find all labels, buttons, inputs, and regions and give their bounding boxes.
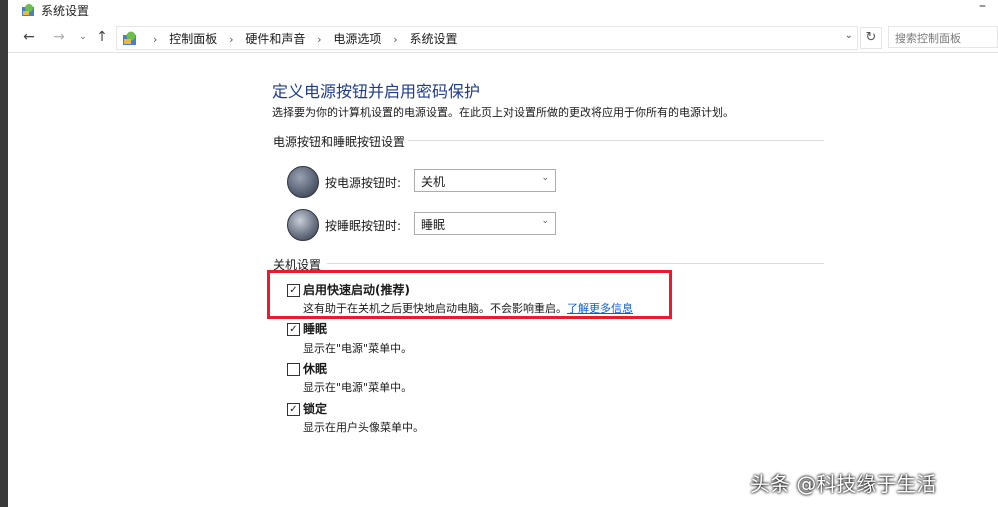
hibernate-option-label[interactable]: 休眠 (303, 360, 327, 377)
control-panel-icon (22, 4, 34, 16)
hibernate-option-description: 显示在"电源"菜单中。 (303, 381, 413, 394)
sleep-option-description: 显示在"电源"菜单中。 (303, 342, 413, 355)
breadcrumb-separator: › (393, 33, 398, 46)
sleep-option-label[interactable]: 睡眠 (303, 320, 327, 337)
group-divider (327, 263, 824, 264)
power-button-select-value: 关机 (421, 175, 446, 189)
lock-option-description: 显示在用户头像菜单中。 (303, 421, 424, 434)
chevron-down-icon: ⌄ (541, 216, 549, 226)
address-bar[interactable]: › 控制面板 › 硬件和声音 › 电源选项 › 系统设置 ⌄ (116, 26, 858, 50)
hibernate-checkbox[interactable] (287, 363, 300, 376)
breadcrumb-separator: › (229, 33, 234, 46)
breadcrumb: › 控制面板 › 硬件和声音 › 电源选项 › 系统设置 (145, 30, 457, 47)
sleep-button-select[interactable]: 睡眠 ⌄ (414, 212, 556, 235)
minimize-button[interactable]: – (979, 0, 986, 14)
page-title: 定义电源按钮并启用密码保护 (272, 82, 481, 101)
address-dropdown-icon[interactable]: ⌄ (845, 30, 853, 41)
page-subtitle: 选择要为你的计算机设置的电源设置。在此页上对设置所做的更改将应用于你所有的电源计… (272, 106, 734, 119)
breadcrumb-system-settings[interactable]: 系统设置 (409, 32, 457, 46)
forward-button[interactable]: → (50, 28, 68, 46)
refresh-button[interactable]: ↻ (860, 27, 882, 49)
back-button[interactable]: ← (20, 28, 38, 46)
sleep-button-select-value: 睡眠 (421, 218, 446, 232)
power-button-select[interactable]: 关机 ⌄ (414, 169, 556, 192)
recent-locations-button[interactable]: ⌄ (74, 28, 92, 46)
up-button[interactable]: ↑ (93, 28, 111, 46)
breadcrumb-control-panel[interactable]: 控制面板 (169, 32, 217, 46)
search-input[interactable]: 搜索控制面板 (888, 26, 998, 48)
group-divider (408, 140, 824, 141)
sleep-button-icon (287, 209, 319, 241)
power-button-icon (287, 166, 319, 198)
power-button-label: 按电源按钮时: (325, 176, 402, 190)
window-left-edge (0, 0, 8, 507)
window-title: 系统设置 (41, 4, 90, 18)
red-highlight-box (267, 270, 672, 319)
breadcrumb-hardware-and-sound[interactable]: 硬件和声音 (245, 32, 305, 46)
title-bar: 系统设置 – (8, 0, 998, 22)
sleep-button-label: 按睡眠按钮时: (325, 219, 402, 233)
lock-option-label[interactable]: 锁定 (303, 400, 327, 417)
control-panel-icon (123, 31, 136, 45)
chevron-down-icon: ⌄ (541, 173, 549, 183)
sleep-checkbox[interactable]: ✓ (287, 323, 300, 336)
navigation-bar: ← → ⌄ ↑ › 控制面板 › 硬件和声音 › 电源选项 › 系统设置 ⌄ ↻… (8, 24, 998, 53)
breadcrumb-separator: › (317, 33, 322, 46)
breadcrumb-power-options[interactable]: 电源选项 (333, 32, 381, 46)
watermark-text: 头条 @科技缘于生活 (750, 472, 937, 496)
lock-checkbox[interactable]: ✓ (287, 403, 300, 416)
breadcrumb-separator: › (153, 33, 158, 46)
power-buttons-group-title: 电源按钮和睡眠按钮设置 (273, 135, 406, 149)
